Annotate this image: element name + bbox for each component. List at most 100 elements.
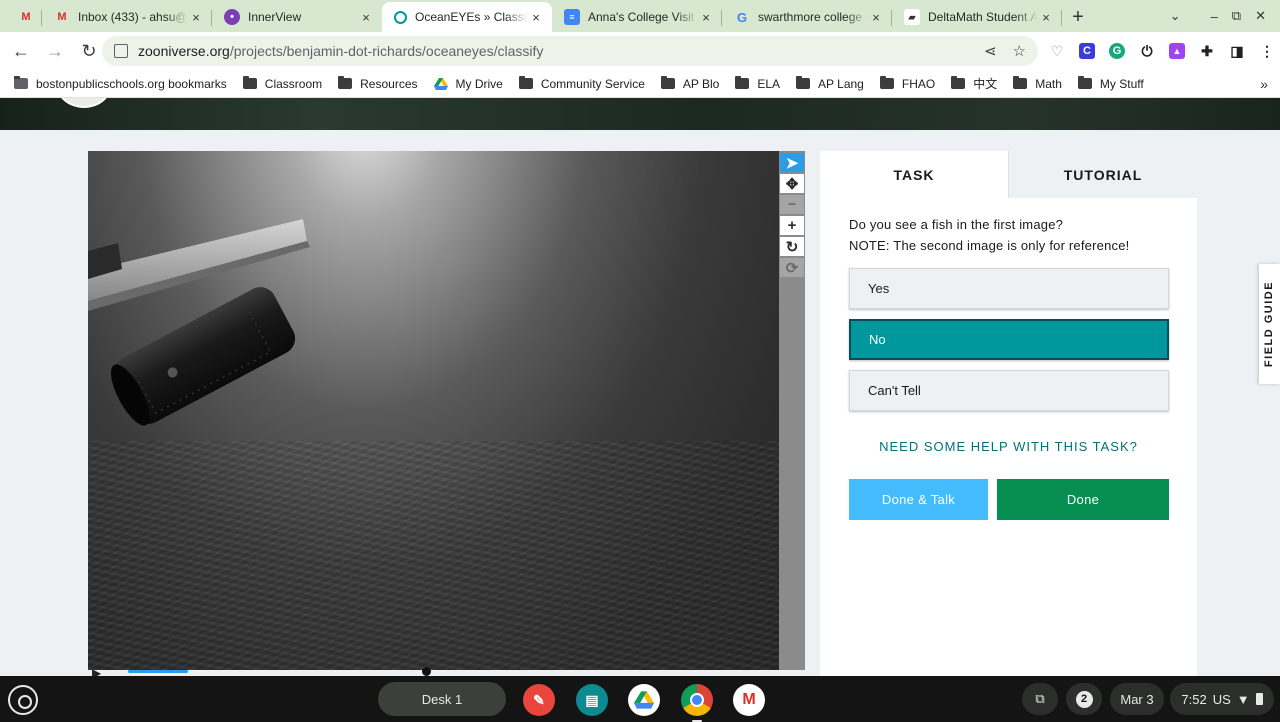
extensions-puzzle-icon[interactable]: ✚: [1192, 37, 1222, 65]
new-tab-button[interactable]: +: [1062, 2, 1094, 32]
notification-tray[interactable]: 2: [1066, 683, 1102, 715]
gmail-app-icon[interactable]: M: [733, 684, 765, 716]
bookmark-label: Classroom: [264, 76, 323, 91]
folder-icon: [879, 76, 894, 89]
bookmark-ap-lang[interactable]: AP Lang: [796, 76, 864, 91]
google-drive-app-icon[interactable]: [628, 684, 660, 716]
answer-no[interactable]: No: [849, 319, 1169, 360]
answer-yes[interactable]: Yes: [849, 268, 1169, 309]
gmail-icon: M: [21, 11, 31, 23]
bookmark-star-icon[interactable]: ☆: [1013, 42, 1026, 60]
bookmark-my-drive[interactable]: My Drive: [433, 76, 503, 91]
zooniverse-icon: [394, 10, 407, 24]
chrome-app-icon[interactable]: [681, 684, 713, 722]
tab-inbox[interactable]: M Inbox (433) - ahsu@b ×: [42, 2, 212, 32]
bookmark-label: Resources: [360, 76, 418, 91]
close-tab-icon[interactable]: ×: [188, 10, 204, 25]
bookmark-ap-bio[interactable]: AP Blo: [660, 76, 719, 91]
extension-heart-icon[interactable]: ♡: [1042, 37, 1072, 65]
bookmarks-overflow-icon[interactable]: »: [1260, 76, 1268, 92]
reload-icon[interactable]: ↻: [74, 36, 104, 66]
folder-icon: [1077, 76, 1092, 89]
tab-swarthmore[interactable]: G swarthmore college - ×: [722, 2, 892, 32]
date-tray[interactable]: Mar 3: [1110, 683, 1164, 715]
bookmark-math[interactable]: Math: [1013, 76, 1062, 91]
pointer-tool-icon[interactable]: ➤: [780, 153, 804, 172]
subject-image[interactable]: [88, 151, 779, 670]
play-icon[interactable]: ▶: [92, 666, 101, 676]
tab-tutorial[interactable]: TUTORIAL: [1008, 151, 1197, 198]
forward-arrow-icon[interactable]: →: [40, 36, 70, 66]
field-guide-tab[interactable]: FIELD GUIDE: [1259, 264, 1280, 384]
notification-count: 2: [1075, 690, 1093, 708]
bookmark-label: bostonpublicschools.org bookmarks: [36, 76, 227, 91]
tab-task[interactable]: TASK: [820, 151, 1008, 198]
tab-title: Anna's College Visit I: [588, 10, 698, 24]
zoom-in-icon[interactable]: +: [780, 216, 804, 235]
bookmark-community-service[interactable]: Community Service: [518, 76, 645, 91]
bookmark-label: My Drive: [455, 76, 503, 91]
address-bar[interactable]: zooniverse.org/projects/benjamin-dot-ric…: [102, 36, 1038, 66]
google-drive-icon: [634, 691, 654, 709]
canvas-app-icon[interactable]: ✎: [523, 684, 555, 716]
extension-purple-icon[interactable]: ▲: [1162, 37, 1192, 65]
status-tray[interactable]: 7:52 US ▼: [1170, 683, 1274, 715]
desk-switcher[interactable]: Desk 1: [378, 682, 506, 716]
bookmark-label: AP Lang: [818, 76, 864, 91]
google-docs-icon: ≡: [564, 9, 580, 25]
bookmark-label: Community Service: [540, 76, 645, 91]
back-arrow-icon[interactable]: ←: [6, 36, 36, 66]
help-link[interactable]: NEED SOME HELP WITH THIS TASK?: [820, 439, 1197, 454]
bookmark-ela[interactable]: ELA: [735, 76, 780, 91]
move-tool-icon[interactable]: ✥: [780, 174, 804, 193]
classroom-app-icon[interactable]: ▤: [576, 684, 608, 716]
rotate-icon[interactable]: ↻: [780, 237, 804, 256]
tab-deltamath[interactable]: ▰ DeltaMath Student A ×: [892, 2, 1062, 32]
close-tab-icon[interactable]: ×: [1038, 10, 1054, 25]
side-panel-icon[interactable]: ◨: [1222, 37, 1252, 65]
launcher-icon[interactable]: [8, 685, 38, 715]
bookmark-chinese[interactable]: 中文: [951, 75, 997, 92]
bookmark-resources[interactable]: Resources: [338, 76, 418, 91]
tab-gmail-pinned[interactable]: M: [0, 2, 42, 32]
bookmark-fhao[interactable]: FHAO: [879, 76, 936, 91]
bookmark-label: FHAO: [901, 76, 936, 91]
close-tab-icon[interactable]: ×: [528, 10, 544, 25]
project-avatar[interactable]: [56, 98, 112, 108]
bookmark-my-stuff[interactable]: My Stuff: [1077, 76, 1144, 91]
bookmark-bps[interactable]: bostonpublicschools.org bookmarks: [14, 76, 227, 91]
share-icon[interactable]: ⋖: [984, 42, 997, 60]
tab-oceaneyes[interactable]: OceanEYEs » Classify ×: [382, 2, 552, 32]
power-icon[interactable]: ⏻: [1132, 37, 1162, 65]
close-window-icon[interactable]: ✕: [1255, 8, 1266, 24]
tab-innerview[interactable]: • InnerView ×: [212, 2, 382, 32]
bookmarks-folder-icon: [14, 76, 28, 89]
site-info-icon[interactable]: [114, 44, 128, 58]
extension-c-icon[interactable]: C: [1072, 37, 1102, 65]
tab-title: Inbox (433) - ahsu@b: [78, 10, 188, 24]
tab-college-visit[interactable]: ≡ Anna's College Visit I ×: [552, 2, 722, 32]
chrome-center-icon: [690, 693, 704, 707]
done-button[interactable]: Done: [997, 479, 1169, 520]
minimize-icon[interactable]: –: [1211, 9, 1218, 24]
screen-capture-icon[interactable]: ⧉: [1022, 683, 1058, 715]
zoom-out-icon[interactable]: −: [780, 195, 804, 214]
close-tab-icon[interactable]: ×: [698, 10, 714, 25]
restore-icon[interactable]: ⧉: [1232, 8, 1241, 24]
close-tab-icon[interactable]: ×: [358, 10, 374, 25]
answer-cant-tell[interactable]: Can't Tell: [849, 370, 1169, 411]
tab-search-chevron-icon[interactable]: ⌄: [1170, 8, 1181, 24]
grammarly-icon[interactable]: G: [1102, 37, 1132, 65]
progress-slider[interactable]: [128, 670, 188, 673]
frame-dot-icon[interactable]: [422, 667, 431, 676]
done-and-talk-button[interactable]: Done & Talk: [849, 479, 988, 520]
bookmark-label: My Stuff: [1099, 76, 1144, 91]
bookmarks-bar: bostonpublicschools.org bookmarks Classr…: [0, 70, 1280, 98]
project-header-banner: [0, 98, 1280, 130]
close-tab-icon[interactable]: ×: [868, 10, 884, 25]
menu-kebab-icon[interactable]: ⋮: [1252, 37, 1280, 65]
field-guide-label: FIELD GUIDE: [1263, 280, 1276, 368]
bookmark-classroom[interactable]: Classroom: [242, 76, 323, 91]
reset-view-icon[interactable]: ⟳: [780, 258, 804, 277]
innerview-icon: •: [224, 9, 240, 25]
